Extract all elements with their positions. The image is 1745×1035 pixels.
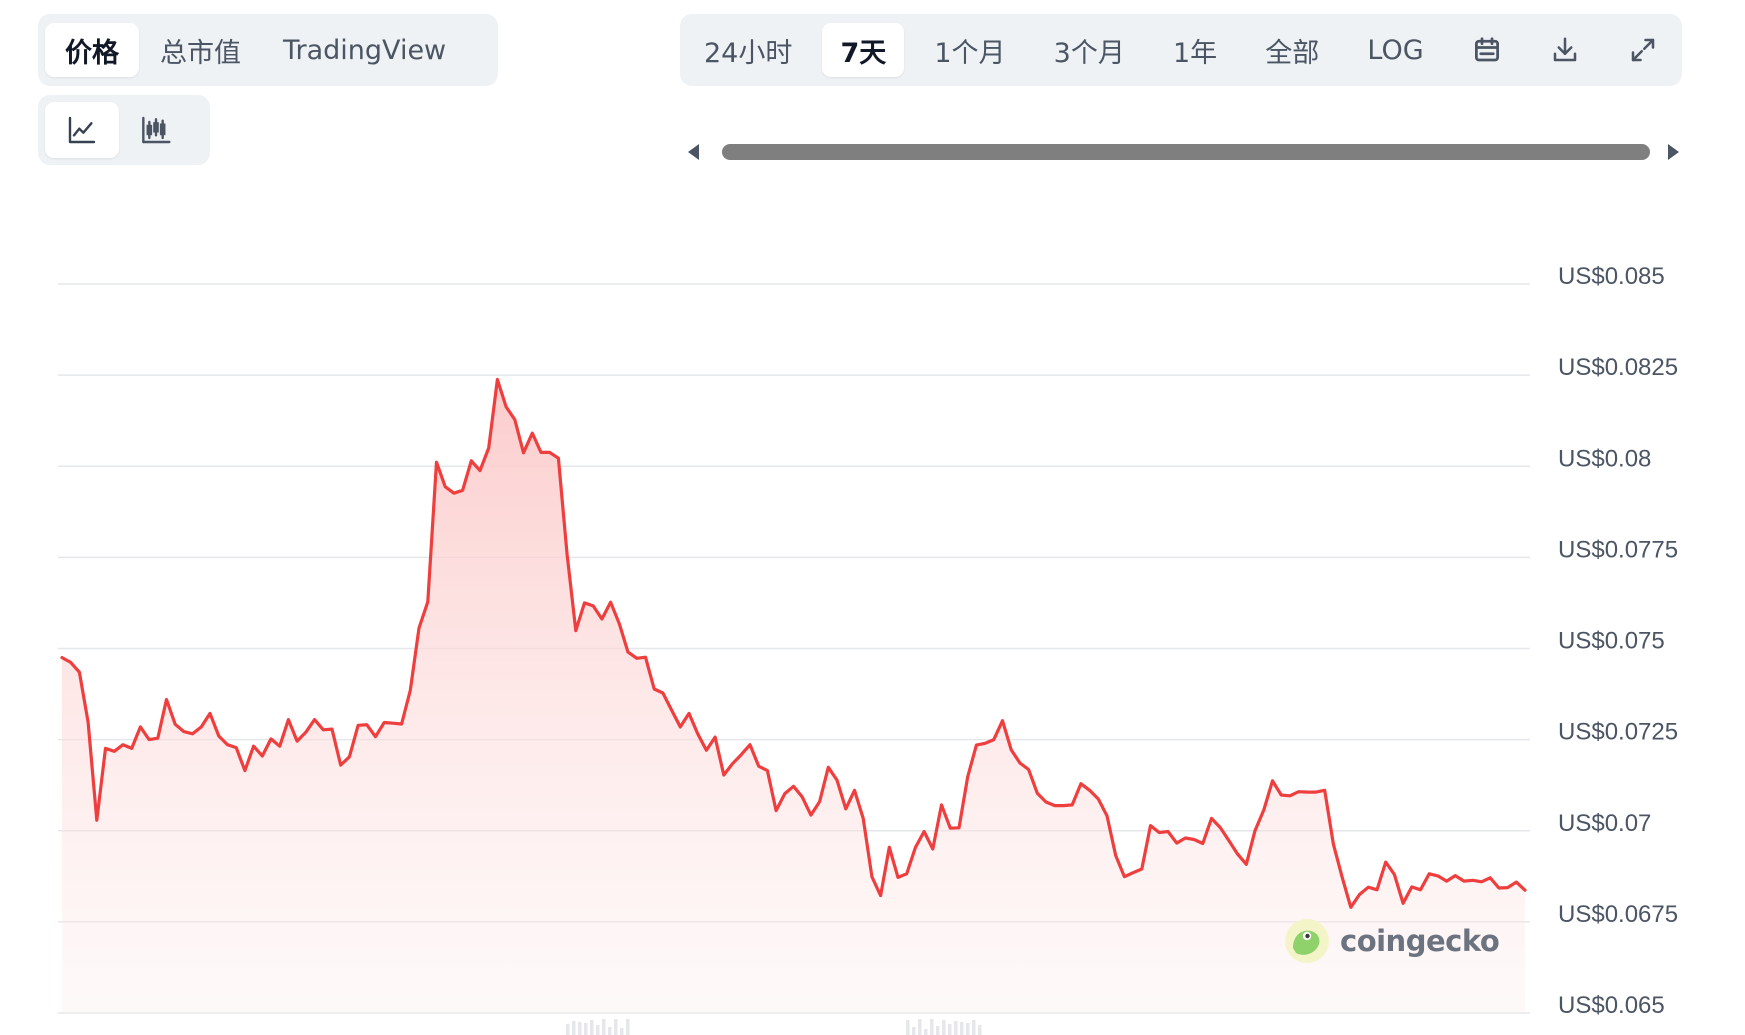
volume-bar: [590, 1020, 594, 1035]
candlestick-chart-icon: [142, 116, 171, 144]
scroll-thumb[interactable]: [722, 144, 1650, 160]
range-scrollbar[interactable]: [680, 132, 1682, 172]
volume-bar: [584, 1023, 588, 1035]
time-range-tabs: 24小时 7天 1个月 3个月 1年 全部 LOG: [680, 14, 1682, 86]
range-1m[interactable]: 1个月: [916, 23, 1023, 77]
volume-bars: [566, 1019, 982, 1035]
coingecko-watermark: coingecko: [1284, 918, 1500, 964]
range-7d[interactable]: 7天: [822, 23, 905, 77]
fullscreen-icon: [1631, 38, 1655, 62]
volume-bar: [948, 1024, 952, 1035]
y-tick-label: US$0.08: [1558, 445, 1651, 472]
volume-bar: [966, 1023, 970, 1035]
price-line: [60, 377, 1527, 909]
calendar-icon: [1474, 37, 1499, 62]
volume-bar: [572, 1021, 576, 1035]
download-button[interactable]: [1532, 23, 1598, 77]
fullscreen-button[interactable]: [1610, 23, 1676, 77]
volume-bar: [602, 1019, 606, 1035]
line-chart-icon: [68, 116, 96, 144]
volume-bar: [912, 1027, 916, 1035]
y-tick-label: US$0.0725: [1558, 719, 1678, 746]
tab-price[interactable]: 价格: [45, 23, 139, 77]
range-24h[interactable]: 24小时: [686, 23, 810, 77]
volume-bar: [596, 1025, 600, 1035]
y-tick-label: US$0.065: [1558, 992, 1665, 1019]
volume-bar: [954, 1021, 958, 1035]
volume-bar: [936, 1026, 940, 1035]
log-scale-toggle[interactable]: LOG: [1349, 23, 1441, 77]
volume-bar: [906, 1020, 910, 1035]
tab-tradingview[interactable]: TradingView: [262, 23, 467, 77]
line-chart-button[interactable]: [45, 102, 119, 158]
tab-market-cap[interactable]: 总市值: [139, 23, 262, 77]
volume-bar: [924, 1029, 928, 1035]
volume-bar: [566, 1024, 570, 1035]
y-tick-label: US$0.0675: [1558, 901, 1678, 928]
volume-bar: [930, 1019, 934, 1035]
volume-bar: [578, 1022, 582, 1035]
volume-bar: [918, 1019, 922, 1035]
chart-type-toggle: [38, 95, 210, 165]
volume-bar: [608, 1027, 612, 1035]
volume-bar: [972, 1020, 976, 1035]
volume-bar: [620, 1028, 624, 1035]
watermark-text: coingecko: [1340, 924, 1500, 958]
y-tick-label: US$0.075: [1558, 628, 1665, 655]
volume-bar: [942, 1020, 946, 1035]
volume-bar: [978, 1025, 982, 1035]
calendar-button[interactable]: [1454, 23, 1520, 77]
y-tick-label: US$0.0775: [1558, 536, 1678, 563]
range-all[interactable]: 全部: [1247, 23, 1337, 77]
y-tick-label: US$0.085: [1558, 263, 1665, 290]
volume-bar: [614, 1019, 618, 1035]
volume-bar: [960, 1022, 964, 1035]
candlestick-chart-button[interactable]: [119, 102, 193, 158]
y-tick-label: US$0.07: [1558, 810, 1651, 837]
grid-lines: [58, 283, 1530, 1014]
volume-bar: [626, 1019, 630, 1035]
metric-tabs: 价格 总市值 TradingView: [38, 14, 498, 86]
y-axis-labels: US$0.085 US$0.0825 US$0.08 US$0.0775 US$0.07…: [1558, 263, 1678, 1019]
range-3m[interactable]: 3个月: [1036, 23, 1143, 77]
coingecko-logo-icon: [1285, 919, 1329, 963]
download-icon: [1553, 37, 1577, 62]
y-tick-label: US$0.0825: [1558, 354, 1678, 381]
range-1y[interactable]: 1年: [1155, 23, 1235, 77]
